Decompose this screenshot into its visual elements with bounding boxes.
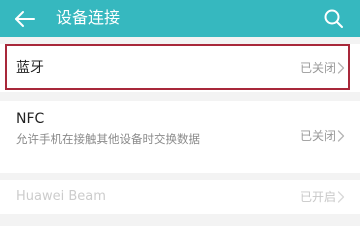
header-bar: 设备连接: [0, 0, 360, 37]
nfc-description: 允许手机在接触其他设备时交换数据: [16, 132, 200, 146]
next-section-card: [0, 226, 360, 240]
chevron-right-icon: [337, 130, 345, 142]
huawei-beam-status: 已开启: [299, 190, 336, 204]
chevron-right-icon: [337, 62, 345, 74]
page-title: 设备连接: [56, 8, 121, 27]
nfc-status: 已关闭: [299, 129, 336, 143]
nfc-label: NFC: [16, 111, 45, 127]
bluetooth-label: 蓝牙: [16, 60, 44, 76]
chevron-right-icon: [337, 191, 345, 203]
huawei-beam-label: Huawei Beam: [16, 189, 106, 204]
bluetooth-status: 已关闭: [299, 61, 336, 75]
back-arrow-icon[interactable]: [12, 6, 38, 32]
device-connection-screen: 设备连接 蓝牙 已关闭 NFC 允许手机在接触其他设备时交换数据 已关闭 Hua…: [0, 0, 360, 240]
search-icon[interactable]: [321, 6, 347, 32]
